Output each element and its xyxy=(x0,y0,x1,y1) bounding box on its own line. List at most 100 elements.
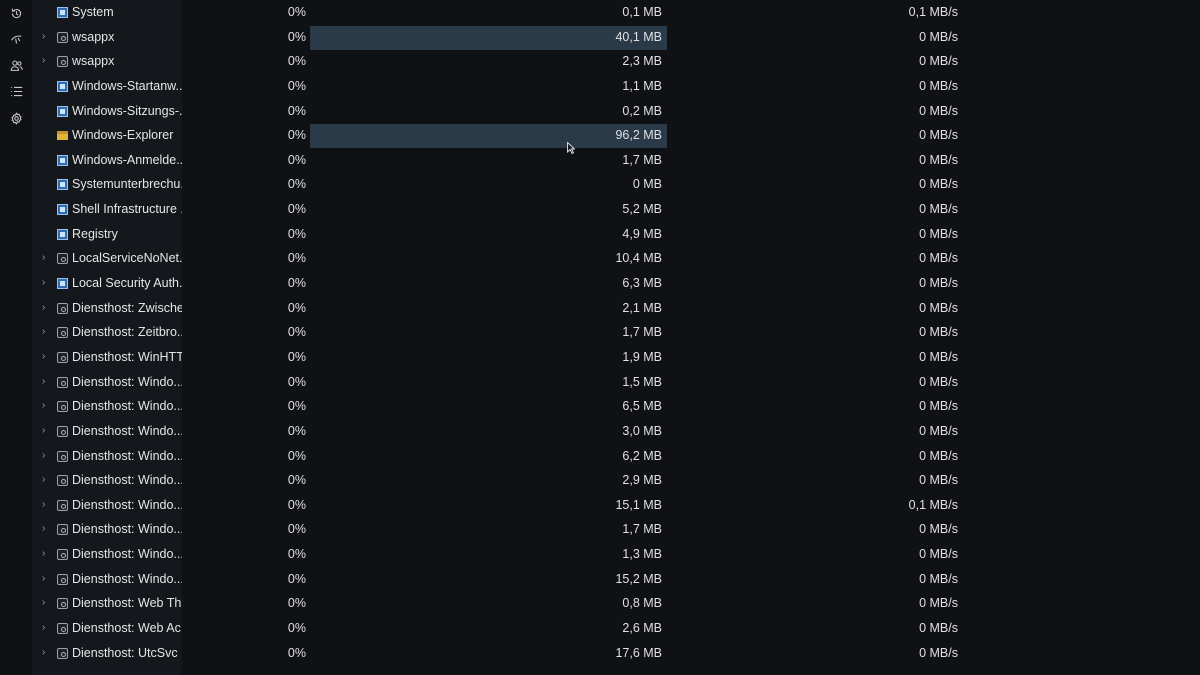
memory-cell: 1,7 MB xyxy=(310,321,667,345)
cpu-value: 0% xyxy=(287,645,306,660)
cpu-value: 0% xyxy=(287,300,306,315)
chevron-right-icon[interactable]: › xyxy=(42,450,52,462)
service-icon xyxy=(57,647,68,659)
process-row[interactable]: Shell Infrastructure ... 0% 5,2 MB 0 MB/s xyxy=(0,198,1200,223)
process-row[interactable]: › Diensthost: Windo... 0% 1,7 MB 0 MB/s xyxy=(0,518,1200,543)
cpu-value: 0% xyxy=(287,349,306,364)
process-row[interactable]: › Diensthost: Windo... 0% 3,0 MB 0 MB/s xyxy=(0,420,1200,445)
process-row[interactable]: Windows-Anmelde... 0% 1,7 MB 0 MB/s xyxy=(0,149,1200,174)
app-icon xyxy=(57,278,68,290)
process-name: Diensthost: Windo... xyxy=(72,448,182,463)
process-row[interactable]: › Diensthost: Windo... 0% 2,9 MB 0 MB/s xyxy=(0,469,1200,494)
cpu-value: 0% xyxy=(287,423,306,438)
chevron-right-icon[interactable]: › xyxy=(42,376,52,388)
cpu-value: 0% xyxy=(287,621,306,636)
process-row[interactable]: › LocalServiceNoNet... 0% 10,4 MB 0 MB/s xyxy=(0,247,1200,272)
process-row[interactable]: Systemunterbrechu... 0% 0 MB 0 MB/s xyxy=(0,173,1200,198)
process-name: Windows-Anmelde... xyxy=(72,152,182,167)
cpu-value: 0% xyxy=(287,571,306,586)
memory-cell: 15,1 MB xyxy=(310,494,667,518)
memory-cell: 1,1 MB xyxy=(310,75,667,99)
process-row[interactable]: › wsappx 0% 40,1 MB 0 MB/s xyxy=(0,25,1200,51)
folder-icon xyxy=(57,131,68,141)
cpu-value: 0% xyxy=(287,54,306,69)
process-row[interactable]: › Diensthost: UtcSvc 0% 17,6 MB 0 MB/s xyxy=(0,642,1200,667)
chevron-right-icon[interactable]: › xyxy=(42,523,52,535)
chevron-right-icon[interactable]: › xyxy=(42,474,52,486)
disk-value: 0 MB/s xyxy=(919,325,958,340)
memory-cell: 6,5 MB xyxy=(310,395,667,419)
process-name: Diensthost: Zwische... xyxy=(72,300,182,315)
process-row[interactable]: › Diensthost: Windo... 0% 6,5 MB 0 MB/s xyxy=(0,395,1200,420)
memory-value: 1,7 MB xyxy=(622,152,662,167)
chevron-right-icon[interactable]: › xyxy=(42,597,52,609)
service-icon xyxy=(57,327,68,339)
chevron-right-icon[interactable]: › xyxy=(42,302,52,314)
process-name: Shell Infrastructure ... xyxy=(72,202,182,217)
chevron-right-icon[interactable]: › xyxy=(42,252,52,264)
process-row[interactable]: System 0% 0,1 MB 0,1 MB/s xyxy=(0,1,1200,26)
process-name: System xyxy=(72,5,114,19)
memory-value: 1,1 MB xyxy=(622,78,662,93)
memory-cell: 17,6 MB xyxy=(310,642,667,666)
chevron-right-icon[interactable]: › xyxy=(42,622,52,634)
service-icon xyxy=(57,351,68,363)
chevron-right-icon[interactable]: › xyxy=(42,573,52,585)
memory-value: 40,1 MB xyxy=(615,29,662,44)
process-row[interactable]: › Diensthost: Windo... 0% 1,5 MB 0 MB/s xyxy=(0,371,1200,396)
memory-cell: 6,3 MB xyxy=(310,272,667,296)
memory-cell: 1,7 MB xyxy=(310,149,667,173)
process-row[interactable]: › Diensthost: WinHTT... 0% 1,9 MB 0 MB/s xyxy=(0,346,1200,371)
service-icon xyxy=(57,56,68,68)
memory-value: 6,3 MB xyxy=(622,276,662,291)
chevron-right-icon[interactable]: › xyxy=(42,31,52,43)
cpu-value: 0% xyxy=(287,152,306,167)
chevron-right-icon[interactable]: › xyxy=(42,548,52,560)
disk-value: 0 MB/s xyxy=(919,251,958,266)
cpu-value: 0% xyxy=(287,202,306,217)
process-row[interactable]: › Diensthost: Windo... 0% 15,2 MB 0 MB/s xyxy=(0,568,1200,593)
process-row[interactable]: › Local Security Auth... 0% 6,3 MB 0 MB/s xyxy=(0,272,1200,297)
memory-cell: 1,9 MB xyxy=(310,346,667,370)
service-icon xyxy=(57,499,68,511)
memory-value: 6,5 MB xyxy=(622,399,662,414)
chevron-right-icon[interactable]: › xyxy=(42,55,52,67)
memory-value: 5,2 MB xyxy=(622,202,662,217)
cpu-value: 0% xyxy=(287,399,306,414)
service-icon xyxy=(57,450,68,462)
disk-value: 0 MB/s xyxy=(919,103,958,118)
cpu-value: 0% xyxy=(287,473,306,488)
chevron-right-icon[interactable]: › xyxy=(42,351,52,363)
process-name: Diensthost: Zeitbro... xyxy=(72,325,182,340)
memory-value: 0,2 MB xyxy=(622,103,662,118)
memory-cell: 2,1 MB xyxy=(310,297,667,321)
disk-value: 0 MB/s xyxy=(919,226,958,241)
process-row[interactable]: › Diensthost: Web Th... 0% 0,8 MB 0 MB/s xyxy=(0,592,1200,617)
chevron-right-icon[interactable]: › xyxy=(42,326,52,338)
chevron-right-icon[interactable]: › xyxy=(42,400,52,412)
process-row[interactable]: Windows-Explorer 0% 96,2 MB 0 MB/s xyxy=(0,124,1200,149)
process-row[interactable]: › Diensthost: Windo... 0% 1,3 MB 0 MB/s xyxy=(0,543,1200,568)
process-row[interactable]: › Diensthost: Windo... 0% 6,2 MB 0 MB/s xyxy=(0,445,1200,470)
process-name: Local Security Auth... xyxy=(72,276,182,291)
app-icon xyxy=(57,204,68,216)
process-row[interactable]: Windows-Sitzungs-... 0% 0,2 MB 0 MB/s xyxy=(0,100,1200,125)
process-row[interactable]: Windows-Startanw... 0% 1,1 MB 0 MB/s xyxy=(0,75,1200,100)
chevron-right-icon[interactable]: › xyxy=(42,647,52,659)
service-icon xyxy=(57,376,68,388)
service-icon xyxy=(57,524,68,536)
process-row[interactable]: › Diensthost: Web Ac... 0% 2,6 MB 0 MB/s xyxy=(0,617,1200,642)
chevron-right-icon[interactable]: › xyxy=(42,277,52,289)
process-row[interactable]: › Diensthost: Zeitbro... 0% 1,7 MB 0 MB/s xyxy=(0,321,1200,346)
process-row[interactable]: › Diensthost: Windo... 0% 15,1 MB 0,1 MB/s xyxy=(0,494,1200,519)
process-row[interactable]: › wsappx 0% 2,3 MB 0 MB/s xyxy=(0,50,1200,75)
process-row[interactable]: › Diensthost: Zwische... 0% 2,1 MB 0 MB/s xyxy=(0,297,1200,322)
chevron-right-icon[interactable]: › xyxy=(42,499,52,511)
process-row[interactable]: Registry 0% 4,9 MB 0 MB/s xyxy=(0,223,1200,248)
cpu-value: 0% xyxy=(287,276,306,291)
chevron-right-icon[interactable]: › xyxy=(42,425,52,437)
cpu-value: 0% xyxy=(287,448,306,463)
disk-value: 0 MB/s xyxy=(919,300,958,315)
cpu-value: 0% xyxy=(287,497,306,512)
disk-value: 0 MB/s xyxy=(919,29,958,44)
